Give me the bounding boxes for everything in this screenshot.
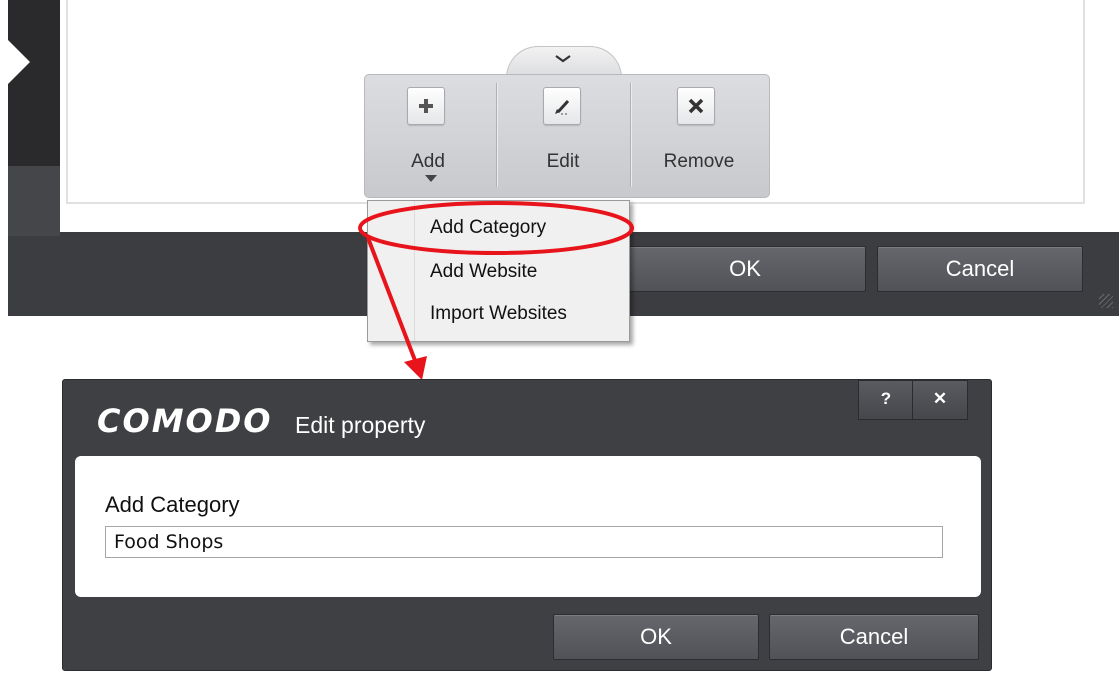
edit-button[interactable]: Edit	[497, 75, 629, 197]
left-sidebar-panel	[8, 166, 60, 236]
edit-property-dialog: COMODO Edit property ? ✕ Add Category OK…	[62, 379, 992, 671]
dialog-title: Edit property	[295, 412, 426, 438]
x-icon	[677, 87, 715, 125]
comodo-logo: COMODO	[97, 402, 273, 440]
menu-item-add-category[interactable]: Add Category	[430, 217, 546, 239]
ok-button[interactable]: OK	[624, 246, 866, 292]
pencil-icon	[543, 87, 581, 125]
remove-button[interactable]: Remove	[631, 75, 767, 197]
menu-item-import-websites[interactable]: Import Websites	[430, 303, 567, 325]
add-label: Add	[411, 151, 445, 172]
annotation-arrowhead	[404, 356, 427, 380]
help-button[interactable]: ?	[858, 380, 914, 420]
sidebar-collapse-arrow-icon[interactable]	[8, 40, 30, 84]
chevron-down-icon	[555, 55, 571, 63]
menu-gutter	[368, 201, 415, 341]
menu-item-add-website[interactable]: Add Website	[430, 261, 537, 283]
dialog-body: Add Category	[75, 456, 981, 597]
add-button[interactable]: Add	[365, 75, 495, 197]
plus-icon	[407, 87, 445, 125]
category-name-input[interactable]	[105, 526, 943, 558]
field-label: Add Category	[105, 492, 240, 517]
dropdown-caret-icon[interactable]	[425, 175, 437, 182]
dialog-cancel-button[interactable]: Cancel	[769, 614, 979, 660]
resize-grip-icon[interactable]	[1099, 294, 1113, 308]
dialog-ok-button[interactable]: OK	[553, 614, 759, 660]
edit-label: Edit	[546, 151, 580, 172]
close-button[interactable]: ✕	[912, 380, 968, 420]
cancel-button[interactable]: Cancel	[877, 246, 1083, 292]
action-toolbar: Add Edit Remove	[364, 74, 770, 198]
add-dropdown-menu: Add Category Add Website Import Websites	[367, 200, 630, 342]
remove-label: Remove	[663, 151, 735, 172]
